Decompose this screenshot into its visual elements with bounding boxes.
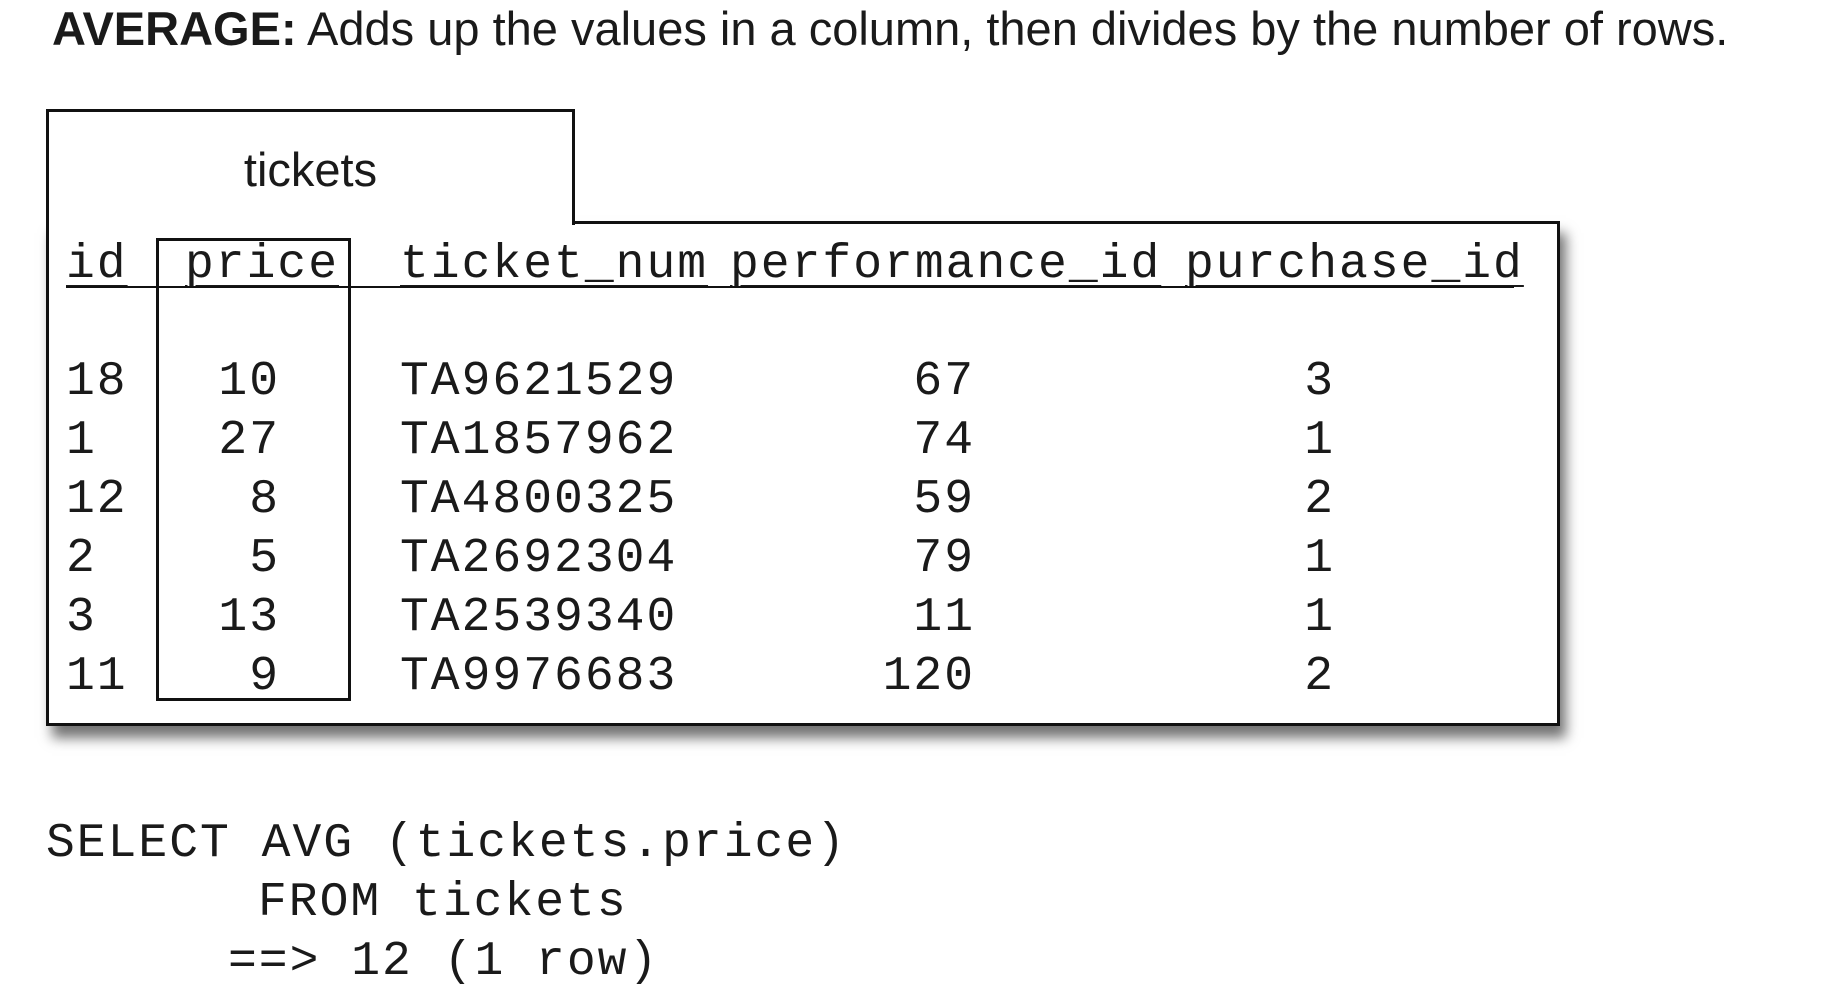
price-column-highlight [156, 238, 351, 701]
table-name-tab: tickets [46, 109, 575, 225]
sql-select-line: SELECT AVG (tickets.price) [46, 817, 847, 871]
cell-id: 1 [66, 414, 97, 468]
cell-purchase-id: 1 [1304, 591, 1335, 645]
cell-ticket-num: TA9976683 [400, 650, 678, 704]
cell-ticket-num: TA2692304 [400, 532, 678, 586]
cell-ticket-num: TA4800325 [400, 473, 678, 527]
cell-performance-id: 79 [913, 532, 975, 586]
cell-purchase-id: 1 [1304, 414, 1335, 468]
heading-function-name: AVERAGE: [52, 2, 297, 55]
cell-id: 11 [66, 650, 128, 704]
cell-ticket-num: TA9621529 [400, 355, 678, 409]
cell-ticket-num: TA2539340 [400, 591, 678, 645]
cell-performance-id: 120 [882, 650, 975, 704]
cell-purchase-id: 3 [1304, 355, 1335, 409]
cell-id: 2 [66, 532, 97, 586]
cell-performance-id: 67 [913, 355, 975, 409]
heading-description: Adds up the values in a column, then div… [296, 2, 1729, 55]
cell-performance-id: 59 [913, 473, 975, 527]
cell-id: 3 [66, 591, 97, 645]
cell-id: 12 [66, 473, 128, 527]
cell-performance-id: 11 [913, 591, 975, 645]
sql-result-line: ==> 12 (1 row) [228, 935, 660, 989]
cell-purchase-id: 2 [1304, 473, 1335, 527]
cell-purchase-id: 1 [1304, 532, 1335, 586]
sql-from-line: FROM tickets [258, 876, 628, 930]
diagram-heading: AVERAGE: Adds up the values in a column,… [52, 0, 1728, 58]
cell-id: 18 [66, 355, 128, 409]
table-name: tickets [243, 143, 378, 196]
cell-performance-id: 74 [913, 414, 975, 468]
cell-ticket-num: TA1857962 [400, 414, 678, 468]
cell-purchase-id: 2 [1304, 650, 1335, 704]
